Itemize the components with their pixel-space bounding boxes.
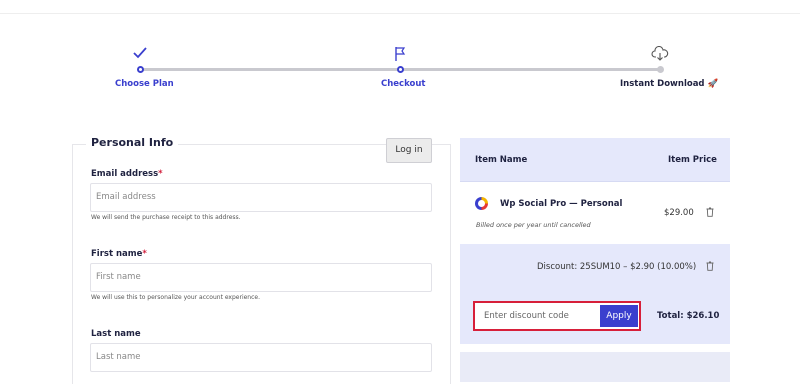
step-dot-checkout xyxy=(397,66,404,73)
step-label-checkout[interactable]: Checkout xyxy=(381,79,425,89)
item-name-header: Item Name xyxy=(475,155,528,165)
last-name-field[interactable]: Last name xyxy=(90,343,432,372)
item-name: Wp Social Pro — Personal xyxy=(500,199,623,209)
required-mark: * xyxy=(142,249,147,259)
cart-item-row: Wp Social Pro — Personal Billed once per… xyxy=(460,182,730,244)
step-dot-choose-plan xyxy=(137,66,144,73)
personal-info-legend: Personal Info xyxy=(86,136,179,149)
rocket-icon: 🚀 xyxy=(707,79,719,89)
apply-discount-button[interactable]: Apply xyxy=(600,305,638,327)
email-field[interactable]: Email address xyxy=(90,183,432,212)
step-label-instant-download[interactable]: Instant Download 🚀 xyxy=(620,79,718,89)
flag-icon xyxy=(393,46,407,65)
instant-download-text: Instant Download xyxy=(620,79,705,89)
discount-code-box: Enter discount code Apply xyxy=(473,301,641,331)
product-logo-icon xyxy=(475,197,488,210)
billing-note: Billed once per year until cancelled xyxy=(476,221,591,229)
first-name-field[interactable]: First name xyxy=(90,263,432,292)
step-label-choose-plan[interactable]: Choose Plan xyxy=(115,79,174,89)
first-name-label: First name* xyxy=(91,249,147,259)
first-name-hint: We will use this to personalize your acc… xyxy=(91,294,261,301)
remove-item-trash-icon[interactable] xyxy=(706,207,714,220)
checkout-stepper: Choose Plan Checkout Instant Download 🚀 xyxy=(0,0,800,110)
remove-discount-trash-icon[interactable] xyxy=(706,261,714,274)
email-hint: We will send the purchase receipt to thi… xyxy=(91,214,241,221)
discount-text: Discount: 25SUM10 – $2.90 (10.00%) xyxy=(537,262,697,272)
email-label-text: Email address xyxy=(91,169,159,179)
last-name-label: Last name xyxy=(91,329,141,339)
email-label: Email address* xyxy=(91,169,163,179)
required-mark: * xyxy=(158,169,163,179)
summary-footer-panel xyxy=(460,352,730,382)
discount-line: Discount: 25SUM10 – $2.90 (10.00%) xyxy=(537,262,696,272)
first-name-label-text: First name xyxy=(91,249,143,259)
discount-code-input[interactable]: Enter discount code xyxy=(479,306,600,326)
login-button[interactable]: Log in xyxy=(386,138,432,163)
summary-header: Item Name Item Price xyxy=(460,138,730,182)
step-dot-instant-download xyxy=(657,66,664,73)
item-price-header: Item Price xyxy=(668,155,717,165)
item-price: $29.00 xyxy=(664,208,694,218)
cloud-download-icon xyxy=(651,45,669,65)
order-total: Total: $26.10 xyxy=(657,311,720,321)
check-icon xyxy=(132,46,148,63)
